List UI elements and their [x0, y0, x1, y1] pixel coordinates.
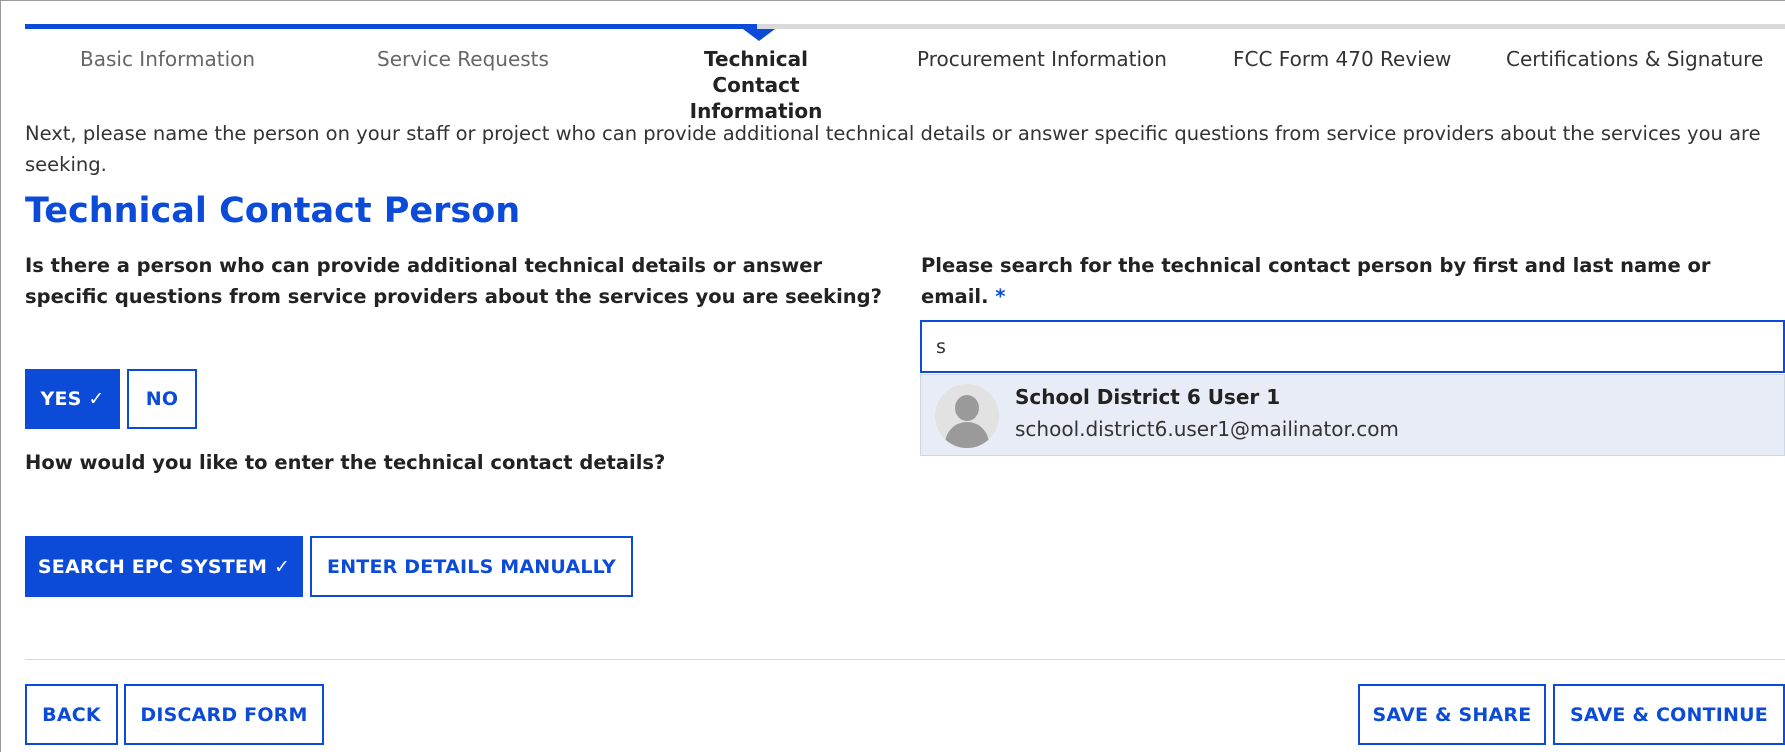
enter-details-manually-button[interactable]: ENTER DETAILS MANUALLY [310, 536, 633, 597]
required-asterisk: * [995, 285, 1006, 308]
back-button[interactable]: BACK [25, 684, 118, 745]
discard-form-button[interactable]: DISCARD FORM [124, 684, 324, 745]
step-technical-contact-information[interactable]: Technical Contact Information [660, 46, 852, 124]
search-suggestion-item[interactable]: School District 6 User 1 school.district… [920, 374, 1785, 456]
avatar-head [955, 395, 979, 421]
step-service-requests[interactable]: Service Requests [377, 46, 549, 72]
no-button[interactable]: NO [127, 369, 197, 429]
save-and-continue-button[interactable]: SAVE & CONTINUE [1553, 684, 1785, 745]
footer-divider [25, 659, 1785, 660]
progress-pointer-icon [743, 29, 775, 41]
avatar-shoulders [945, 422, 989, 448]
progress-fill [25, 24, 757, 29]
intro-text: Next, please name the person on your sta… [25, 122, 1761, 176]
yes-button[interactable]: YES ✓ [25, 369, 120, 429]
search-contact-label: Please search for the technical contact … [921, 250, 1761, 312]
save-and-share-button[interactable]: SAVE & SHARE [1358, 684, 1546, 745]
step-basic-information[interactable]: Basic Information [80, 46, 255, 72]
progress-track [25, 24, 1785, 29]
search-contact-label-text: Please search for the technical contact … [921, 254, 1711, 308]
suggestion-email: school.district6.user1@mailinator.com [1015, 417, 1399, 441]
section-title: Technical Contact Person [25, 191, 521, 231]
contact-search-input[interactable] [920, 320, 1785, 373]
step-procurement-information: Procurement Information [917, 47, 1167, 71]
suggestion-name: School District 6 User 1 [1015, 385, 1281, 409]
avatar-icon [935, 384, 999, 448]
question-has-technical-contact: Is there a person who can provide additi… [25, 254, 882, 308]
step-fcc-form-470-review: FCC Form 470 Review [1233, 47, 1452, 71]
search-epc-system-button[interactable]: SEARCH EPC SYSTEM ✓ [25, 536, 303, 597]
step-certifications-signature: Certifications & Signature [1506, 47, 1764, 71]
question-entry-method: How would you like to enter the technica… [25, 451, 666, 474]
